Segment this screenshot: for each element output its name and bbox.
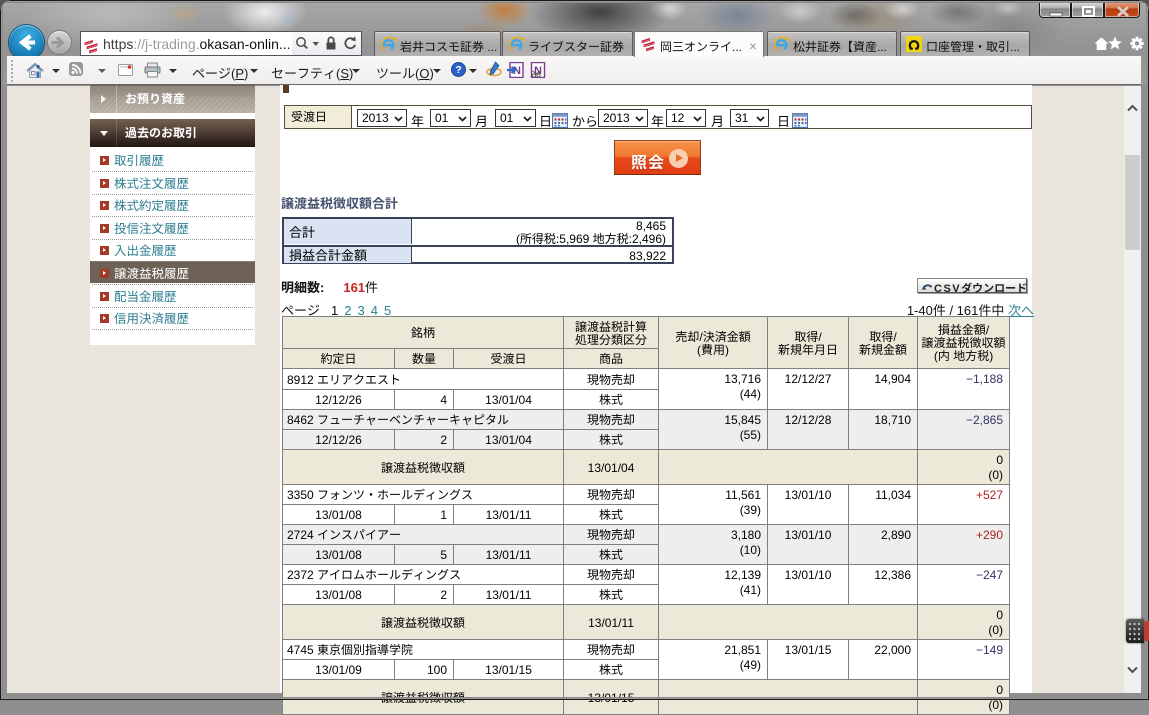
svg-text:?: ? bbox=[455, 65, 461, 76]
